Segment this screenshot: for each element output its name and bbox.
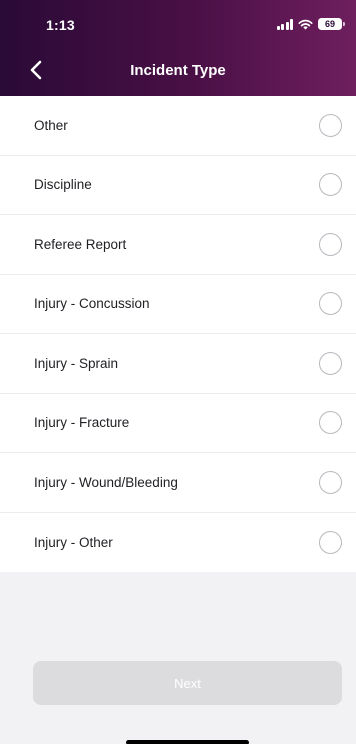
battery-level: 69 — [324, 19, 335, 29]
radio-button[interactable] — [319, 411, 342, 435]
radio-button[interactable] — [319, 173, 342, 197]
status-icons: 69 — [276, 16, 345, 32]
incident-type-list: Other Discipline Referee Report Injury -… — [0, 96, 356, 572]
option-injury-concussion[interactable]: Injury - Concussion — [0, 275, 356, 334]
radio-button[interactable] — [319, 113, 342, 137]
status-time: 1:13 — [46, 17, 75, 33]
header: 1:13 69 Incident Type — [0, 0, 356, 96]
radio-button[interactable] — [319, 292, 342, 316]
option-injury-sprain[interactable]: Injury - Sprain — [0, 334, 356, 394]
page-title: Incident Type — [130, 62, 226, 79]
radio-button[interactable] — [319, 232, 342, 256]
option-discipline[interactable]: Discipline — [0, 156, 356, 215]
home-indicator — [126, 740, 249, 744]
radio-button[interactable] — [319, 530, 342, 554]
option-injury-wound-bleeding[interactable]: Injury - Wound/Bleeding — [0, 453, 356, 513]
option-injury-other[interactable]: Injury - Other — [0, 513, 356, 573]
next-button[interactable]: Next — [33, 661, 342, 705]
option-injury-fracture[interactable]: Injury - Fracture — [0, 394, 356, 453]
radio-button[interactable] — [319, 470, 342, 494]
option-label: Other — [34, 117, 68, 133]
option-label: Injury - Wound/Bleeding — [34, 474, 178, 490]
wifi-icon — [298, 19, 313, 30]
option-label: Injury - Concussion — [34, 296, 150, 312]
incident-type-screen: 1:13 69 Incident Type Other Discipline R… — [0, 0, 356, 744]
option-label: Discipline — [34, 177, 92, 193]
battery-icon: 69 — [318, 18, 345, 30]
radio-button[interactable] — [319, 351, 342, 375]
status-bar: 1:13 69 — [0, 0, 356, 50]
option-label: Injury - Fracture — [34, 415, 130, 431]
option-label: Injury - Sprain — [34, 355, 119, 371]
option-other[interactable]: Other — [0, 96, 356, 156]
option-label: Referee Report — [34, 236, 127, 252]
signal-icon — [276, 18, 293, 30]
option-referee-report[interactable]: Referee Report — [0, 215, 356, 275]
option-label: Injury - Other — [34, 534, 113, 550]
